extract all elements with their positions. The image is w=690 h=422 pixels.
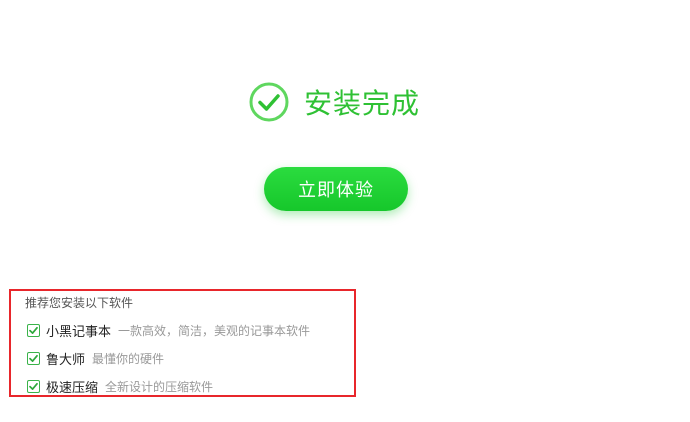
install-status-title: 安装完成 <box>304 87 421 120</box>
install-status: 安装完成 <box>248 80 420 124</box>
check-icon <box>29 326 38 334</box>
check-icon <box>29 382 38 390</box>
recommend-item-ludashi[interactable]: 鲁大师 最懂你的硬件 <box>27 348 164 368</box>
compress-checkbox[interactable] <box>27 379 40 393</box>
recommend-item-compress[interactable]: 极速压缩 全新设计的压缩软件 <box>27 376 213 396</box>
compress-name: 极速压缩 <box>46 380 99 396</box>
notepad-checkbox[interactable] <box>27 323 40 337</box>
check-circle-icon <box>249 82 289 122</box>
notepad-desc: 一款高效，简洁，美观的记事本软件 <box>118 323 311 338</box>
ludashi-name: 鲁大师 <box>46 352 86 368</box>
recommended-software-title: 推荐您安装以下软件 <box>25 296 134 310</box>
ludashi-desc: 最懂你的硬件 <box>92 351 165 366</box>
recommend-item-notepad[interactable]: 小黑记事本 一款高效，简洁，美观的记事本软件 <box>27 320 310 340</box>
install-complete-page: 安装完成 立即体验 推荐您安装以下软件 小黑记事本 一款高效，简洁，美观的记事本… <box>0 0 690 422</box>
compress-desc: 全新设计的压缩软件 <box>105 379 214 394</box>
check-icon <box>29 354 38 362</box>
ludashi-checkbox[interactable] <box>27 351 40 365</box>
notepad-name: 小黑记事本 <box>46 324 112 340</box>
recommended-software-box: 推荐您安装以下软件 小黑记事本 一款高效，简洁，美观的记事本软件 鲁大师 最懂你… <box>9 289 356 397</box>
experience-now-button[interactable]: 立即体验 <box>264 167 408 211</box>
